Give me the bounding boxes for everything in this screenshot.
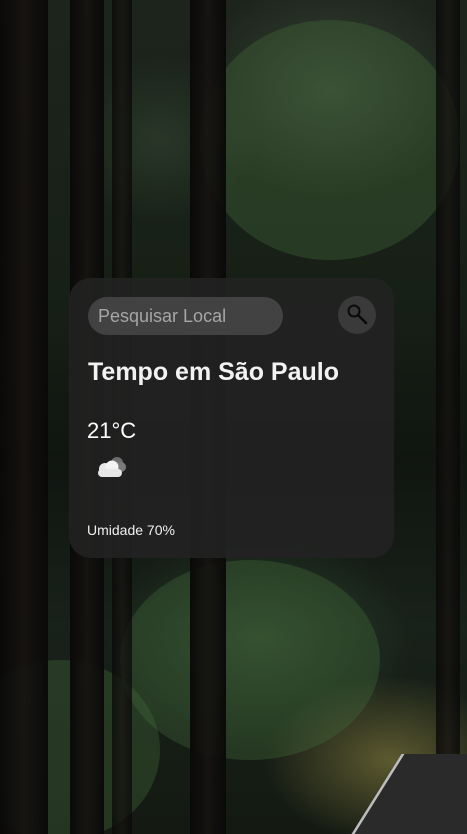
search-input[interactable] [88, 297, 283, 335]
road [326, 754, 467, 834]
tree-trunk [0, 0, 48, 834]
search-bar [87, 296, 376, 336]
foliage-shape [200, 20, 460, 260]
cloud-icon [93, 454, 129, 482]
city-title: Tempo em São Paulo [88, 358, 339, 386]
weather-card: Tempo em São Paulo 21°C Umidade 70% [69, 278, 394, 558]
humidity-label: Umidade 70% [87, 522, 175, 538]
tree-trunk [436, 0, 460, 834]
temperature-value: 21°C [87, 418, 137, 443]
foliage-shape [120, 560, 380, 760]
magnifier-icon [345, 302, 369, 329]
search-button[interactable] [338, 296, 376, 334]
